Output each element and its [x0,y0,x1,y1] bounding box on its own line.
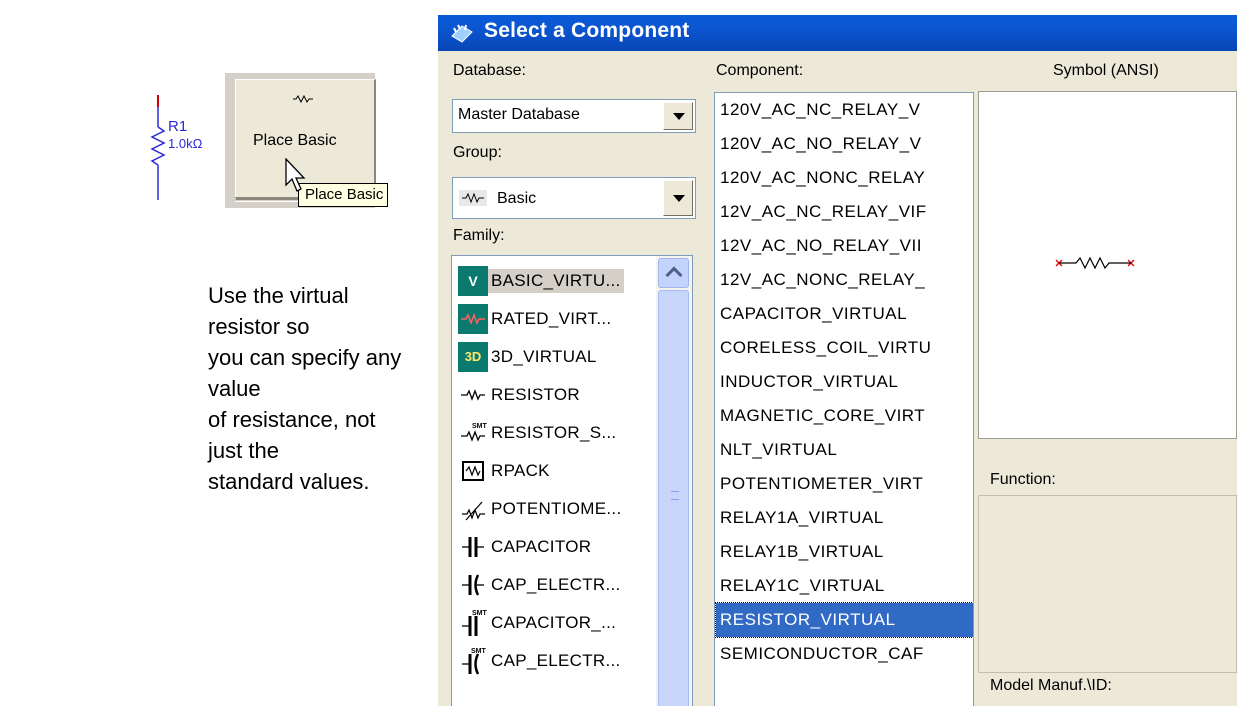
family-item-label: CAP_ELECTR... [491,575,621,594]
cap-electrolytic-icon [458,570,488,600]
function-label: Function: [990,471,1056,488]
family-item-label: RPACK [491,461,550,480]
list-item[interactable]: 12V_AC_NO_RELAY_VII [720,229,973,263]
list-item[interactable]: POTENTIOMETER_VIRT [720,467,973,501]
symbol-preview [978,91,1237,439]
list-item[interactable]: 120V_AC_NONC_RELAY [720,161,973,195]
list-item[interactable]: 3D 3D_VIRTUAL [458,338,664,376]
resistor-icon [293,95,313,103]
list-item[interactable]: POTENTIOME... [458,490,664,528]
grip-icon [671,491,679,500]
model-label: Model Manuf.\ID: [990,677,1112,694]
list-item[interactable]: 12V_AC_NC_RELAY_VIF [720,195,973,229]
mouse-pointer-icon [285,158,306,192]
resistor-symbol-icon [1055,256,1135,270]
component-app-icon [451,24,473,43]
capacitor-icon [458,532,488,562]
svg-text:SMT: SMT [472,423,488,430]
list-item[interactable]: 12V_AC_NONC_RELAY_ [720,263,973,297]
component-list[interactable]: 120V_AC_NC_RELAY_V 120V_AC_NO_RELAY_V 12… [714,92,974,706]
potentiometer-icon [458,494,488,524]
chevron-up-icon [665,266,683,284]
scroll-up-button[interactable] [658,258,689,288]
family-scrollbar[interactable] [656,256,692,706]
rated-virtual-icon [458,304,488,334]
place-basic-label: Place Basic [253,132,337,149]
list-item[interactable]: 120V_AC_NO_RELAY_V [720,127,973,161]
list-item[interactable]: SMT CAP_ELECTR... [458,642,664,680]
list-item[interactable]: NLT_VIRTUAL [720,433,973,467]
family-item-label: RESISTOR [491,385,580,404]
dialog-title: Select a Component [484,19,690,42]
list-item[interactable]: CAPACITOR_VIRTUAL [720,297,973,331]
list-item[interactable]: MAGNETIC_CORE_VIRT [720,399,973,433]
title-bar[interactable]: Select a Component [438,15,1237,51]
svg-text:SMT: SMT [471,648,487,655]
chevron-down-icon[interactable] [663,180,693,216]
list-item[interactable]: RPACK [458,452,664,490]
group-select[interactable]: Basic [452,177,696,219]
scroll-thumb[interactable] [658,290,689,706]
family-list[interactable]: V BASIC_VIRTU... RATED_VIRT... 3D 3D_VIR… [451,255,693,706]
family-item-label: CAPACITOR_... [491,613,617,632]
family-item-label: BASIC_VIRTU... [488,269,624,293]
list-item[interactable]: RESISTOR [458,376,664,414]
basic-group-icon [459,190,487,206]
list-item[interactable]: RELAY1C_VIRTUAL [720,569,973,603]
chevron-down-icon[interactable] [663,102,693,130]
list-item[interactable]: 120V_AC_NC_RELAY_V [720,93,973,127]
resistor-smt-icon: SMT [458,418,488,448]
resistor-value: 1.0kΩ [168,136,203,151]
list-item[interactable]: SEMICONDUCTOR_CAF [720,637,973,671]
component-label: Component: [716,62,804,79]
resistor-icon [458,380,488,410]
family-item-label: CAP_ELECTR... [491,651,621,670]
list-item[interactable]: V BASIC_VIRTU... [458,262,664,300]
group-value: Basic [497,190,537,207]
list-item[interactable]: SMT CAPACITOR_... [458,604,664,642]
symbol-label: Symbol (ANSI) [1053,62,1159,79]
capacitor-smt-icon: SMT [458,608,488,638]
rpack-icon [458,456,488,486]
family-item-label: RESISTOR_S... [491,423,617,442]
family-item-label: CAPACITOR [491,537,592,556]
list-item[interactable]: CORELESS_COIL_VIRTU [720,331,973,365]
database-value: Master Database [458,106,580,123]
list-item-selected[interactable]: RESISTOR_VIRTUAL [715,602,973,638]
family-item-label: 3D_VIRTUAL [491,347,597,366]
list-item[interactable]: RELAY1B_VIRTUAL [720,535,973,569]
list-item[interactable]: INDUCTOR_VIRTUAL [720,365,973,399]
list-item[interactable]: CAPACITOR [458,528,664,566]
database-select[interactable]: Master Database [452,99,696,133]
family-label: Family: [453,227,505,244]
function-box [978,495,1237,673]
tooltip: Place Basic [298,183,388,207]
3d-icon: 3D [458,342,488,372]
caption-text: Use the virtual resistor so you can spec… [208,283,402,494]
list-item[interactable]: RATED_VIRT... [458,300,664,338]
list-item[interactable]: RELAY1A_VIRTUAL [720,501,973,535]
cap-electrolytic-smt-icon: SMT [458,646,488,676]
family-item-label: POTENTIOME... [491,499,622,518]
select-component-dialog: Select a Component Database: Master Data… [438,15,1237,706]
list-item[interactable]: SMT RESISTOR_S... [458,414,664,452]
virtual-icon: V [458,266,488,296]
list-item[interactable]: CAP_ELECTR... [458,566,664,604]
family-item-label: RATED_VIRT... [491,309,612,328]
resistor-reference: R1 [168,118,188,135]
svg-text:SMT: SMT [472,610,488,617]
database-label: Database: [453,62,526,79]
group-label: Group: [453,144,502,161]
